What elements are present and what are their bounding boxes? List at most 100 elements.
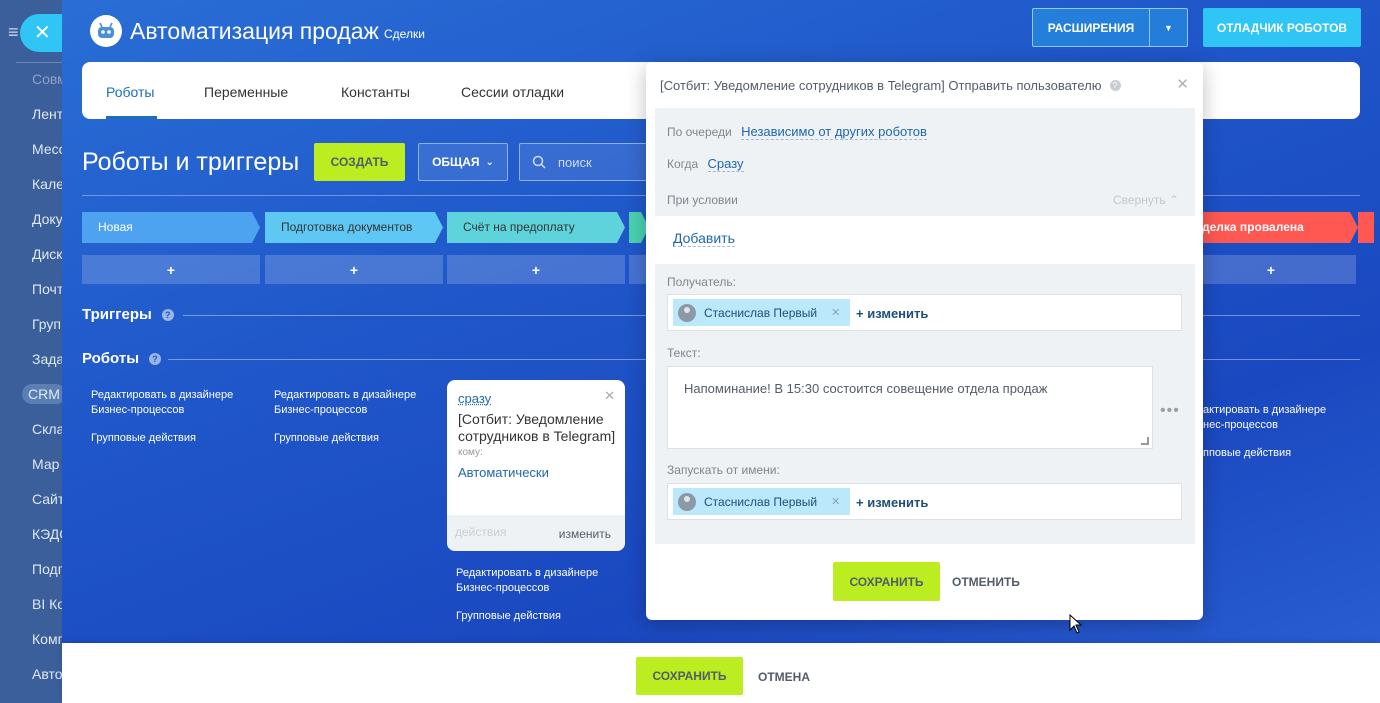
sidebar-item[interactable]: КЭДО [0, 517, 62, 552]
stage-deal-failed: делка провалена [1186, 212, 1358, 243]
order-label: По очереди [667, 125, 732, 139]
edit-in-designer-link[interactable]: актировать в дизайнере нес-процессов [1203, 404, 1326, 431]
collapse-button[interactable]: Свернуть ⌃ [1113, 193, 1179, 207]
sidebar-item[interactable]: Мар [0, 447, 62, 482]
sidebar-item[interactable]: Сайт [0, 482, 62, 517]
tab-debug-sessions[interactable]: Сессии отладки [461, 84, 564, 100]
help-icon[interactable]: ? [1109, 80, 1121, 91]
remove-icon[interactable]: ✕ [831, 495, 840, 508]
edit-in-designer-link[interactable]: Редактировать в дизайнере Бизнес-процесс… [456, 567, 598, 594]
change-recipient-link[interactable]: + изменить [856, 306, 928, 321]
add-robot-button[interactable]: + [265, 255, 443, 284]
dialog-title-text: [Сотбит: Уведомление сотрудников в Teleg… [660, 78, 1102, 93]
common-filter-label: ОБЩАЯ [432, 155, 480, 169]
robot-debugger-button[interactable]: ОТЛАДЧИК РОБОТОВ [1203, 8, 1361, 47]
common-filter-button[interactable]: ОБЩАЯ ⌄ [418, 143, 508, 181]
search-icon [532, 155, 546, 169]
sidebar-item[interactable]: Авто [0, 657, 62, 692]
mouse-cursor-icon [1069, 614, 1083, 634]
sidebar-item[interactable]: При [0, 692, 62, 703]
add-condition-link[interactable]: Добавить [673, 230, 735, 247]
order-select[interactable]: Независимо от других роботов [741, 124, 927, 140]
sidebar-item[interactable]: Диск [0, 237, 62, 272]
dialog-title: [Сотбит: Уведомление сотрудников в Teleg… [660, 78, 1121, 93]
user-name: Стаснислав Первый [704, 494, 818, 509]
stage-deal-failed-edge [1358, 212, 1374, 243]
add-robot-button[interactable] [629, 255, 646, 284]
save-button[interactable]: СОХРАНИТЬ [636, 657, 743, 695]
robots-label: Роботы [82, 350, 140, 367]
close-icon[interactable]: ✕ [1176, 75, 1189, 93]
sidebar-item-crm[interactable]: CRM [0, 377, 62, 412]
close-icon[interactable]: ✕ [604, 388, 615, 404]
sidebar-item[interactable]: Скла [0, 412, 62, 447]
when-select[interactable]: Сразу [707, 156, 744, 172]
sidebar-item[interactable]: Зада [0, 342, 62, 377]
tab-constants[interactable]: Константы [341, 84, 410, 100]
sidebar-item[interactable]: Доку [0, 202, 62, 237]
user-name: Стаснислав Первый [704, 305, 818, 320]
robot-card-footer: действия изменить [447, 515, 625, 551]
cancel-button[interactable]: ОТМЕНА [758, 670, 810, 684]
robot-delay-link[interactable]: сразу [458, 391, 491, 406]
sidebar-item[interactable]: Почт [0, 272, 62, 307]
create-button[interactable]: СОЗДАТЬ [314, 143, 405, 181]
close-slider-button[interactable]: ✕ [20, 14, 62, 52]
save-button[interactable]: СОХРАНИТЬ [833, 562, 940, 601]
resize-handle[interactable] [1141, 437, 1149, 445]
remove-icon[interactable]: ✕ [831, 306, 840, 319]
search-placeholder: поиск [558, 154, 592, 170]
help-icon[interactable]: ? [161, 308, 174, 321]
stage-new: Новая [82, 212, 260, 243]
group-actions-link[interactable]: Групповые действия [91, 431, 256, 446]
sidebar-item[interactable]: Подп [0, 552, 62, 587]
order-row: По очереди Независимо от других роботов [667, 124, 927, 140]
divider [183, 315, 646, 316]
more-icon[interactable]: ••• [1160, 402, 1180, 420]
sidebar-item[interactable]: Месс [0, 132, 62, 167]
sidebar-menu: Совм Лент Месс Кале Доку Диск Почт Груп … [0, 62, 62, 703]
condition-box: Добавить [655, 216, 1195, 264]
chevron-up-icon: ⌃ [1168, 193, 1179, 207]
user-chip: Стаснислав Первый ✕ [673, 299, 851, 326]
sidebar-item[interactable]: Груп [0, 307, 62, 342]
column-links: Редактировать в дизайнере Бизнес-процесс… [91, 388, 256, 446]
message-text: Напоминание! В 15:30 состоится совещение… [684, 381, 1048, 396]
robot-edit-link[interactable]: изменить [559, 527, 611, 541]
group-actions-link[interactable]: Групповые действия [274, 431, 439, 446]
sidebar-item[interactable]: Кале [0, 167, 62, 202]
chevron-down-icon[interactable]: ▼ [1149, 9, 1187, 46]
extensions-button[interactable]: РАСШИРЕНИЯ ▼ [1032, 8, 1188, 47]
text-label: Текст: [667, 346, 701, 360]
robots-heading: Роботы ? [82, 350, 162, 367]
tab-robots[interactable]: Роботы [106, 84, 154, 100]
column-links: Редактировать в дизайнере Бизнес-процесс… [456, 566, 621, 624]
edit-in-designer-link[interactable]: Редактировать в дизайнере Бизнес-процесс… [274, 389, 416, 416]
robot-icon [90, 15, 122, 47]
edit-in-designer-link[interactable]: Редактировать в дизайнере Бизнес-процесс… [91, 389, 233, 416]
search-input[interactable]: поиск [519, 143, 659, 181]
recipient-field[interactable]: Стаснислав Первый ✕ + изменить [667, 294, 1182, 331]
run-as-field[interactable]: Стаснислав Первый ✕ + изменить [667, 483, 1182, 520]
sidebar-item[interactable]: Комп [0, 622, 62, 657]
sidebar-item[interactable]: Совм [0, 62, 62, 97]
group-actions-link[interactable]: пповые действия [1203, 446, 1358, 461]
add-robot-button[interactable]: + [447, 255, 625, 284]
sidebar-item[interactable]: BI Ко [0, 587, 62, 622]
divider [168, 359, 646, 360]
left-sidebar: ≡ ✕ Совм Лент Месс Кале Доку Диск Почт Г… [0, 0, 62, 703]
cancel-button[interactable]: ОТМЕНИТЬ [952, 575, 1020, 589]
message-textarea[interactable]: Напоминание! В 15:30 состоится совещение… [667, 366, 1153, 449]
page-subtitle: Сделки [384, 27, 425, 41]
tab-variables[interactable]: Переменные [204, 84, 288, 100]
robot-actions-link[interactable]: действия [455, 525, 506, 539]
robot-card[interactable]: сразу ✕ [Сотбит: Уведомление сотрудников… [447, 380, 625, 551]
menu-icon[interactable]: ≡ [8, 22, 19, 43]
add-robot-button[interactable]: + [82, 255, 260, 284]
sidebar-item[interactable]: Лент [0, 97, 62, 132]
change-run-as-link[interactable]: + изменить [856, 495, 928, 510]
group-actions-link[interactable]: Групповые действия [456, 609, 621, 624]
triggers-label: Триггеры [82, 306, 152, 323]
add-robot-button[interactable]: + [1186, 255, 1356, 284]
help-icon[interactable]: ? [149, 352, 162, 365]
